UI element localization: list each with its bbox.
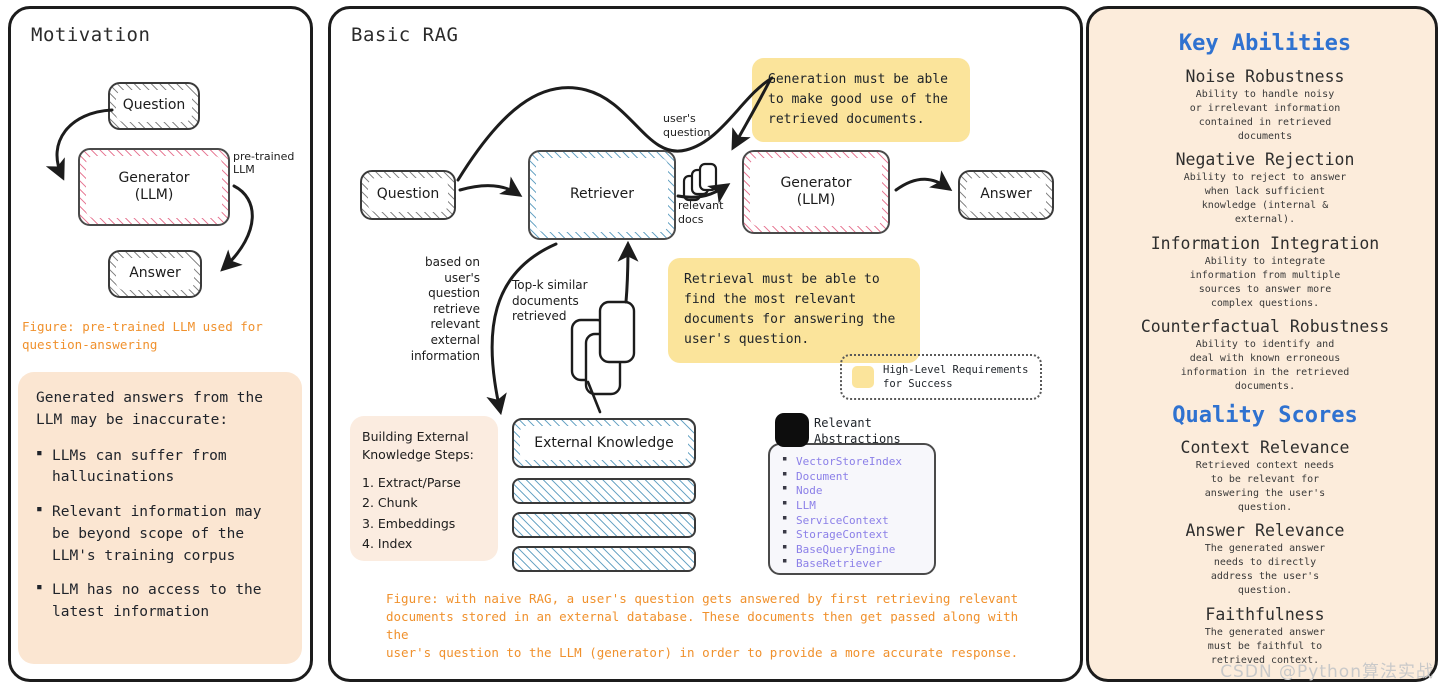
external-knowledge-slab: [512, 512, 696, 538]
score-name: Context Relevance: [1180, 438, 1350, 457]
panel-key-abilities: Key Abilities Noise Robustness Ability t…: [1086, 6, 1438, 682]
score-desc: The generated answer needs to directly a…: [1204, 543, 1326, 596]
list-item: BaseQueryEngine: [782, 542, 922, 558]
node-rag-retriever: Retriever: [528, 150, 676, 240]
callout-retrieval-requirement: Retrieval must be able to find the most …: [668, 258, 920, 363]
callout-generation-requirement: Generation must be able to make good use…: [752, 58, 970, 143]
list-item: LLM has no access to the latest informat…: [36, 579, 284, 624]
legend-swatch-yellow: [852, 366, 874, 388]
card-building-external-knowledge-steps: Building External Knowledge Steps: 1. Ex…: [350, 416, 498, 561]
ability-noise-robustness: Noise Robustness Ability to handle noisy…: [1089, 67, 1441, 144]
steps-card-header: Building External Knowledge Steps:: [362, 429, 474, 463]
legend-label: High-Level Requirements for Success: [883, 363, 1029, 390]
node-label: Answer: [116, 258, 194, 290]
page-title-motivation: Motivation: [31, 24, 151, 46]
edge-label-users-question: user's question: [663, 112, 711, 140]
node-label: Question: [368, 178, 448, 212]
diagram-canvas: Motivation Question Generator (LLM) Answ…: [0, 0, 1444, 690]
list-item: VectorStoreIndex: [782, 454, 922, 470]
node-motivation-answer: Answer: [108, 250, 202, 298]
limitation-list: LLMs can suffer from hallucinations Rele…: [36, 445, 284, 624]
list-item: 1. Extract/Parse: [362, 475, 461, 491]
ability-counterfactual-robustness: Counterfactual Robustness Ability to ide…: [1089, 317, 1441, 394]
heading-key-abilities: Key Abilities: [1178, 31, 1352, 56]
edge-label-relevant-docs: relevant docs: [678, 199, 724, 227]
score-desc: Retrieved context needs to be relevant f…: [1195, 460, 1335, 513]
card-lead-text: Generated answers from the LLM may be in…: [36, 390, 263, 428]
edge-label-topk-similar-documents: Top-k similar documents retrieved: [512, 278, 588, 324]
node-label: Question: [116, 90, 192, 122]
score-name: Answer Relevance: [1185, 521, 1345, 540]
node-external-knowledge: External Knowledge: [512, 418, 696, 468]
node-label: Generator (LLM): [750, 158, 882, 226]
score-name: Faithfulness: [1205, 605, 1325, 624]
node-motivation-question: Question: [108, 82, 200, 130]
list-item: 3. Embeddings: [362, 515, 456, 531]
card-llm-limitations: Generated answers from the LLM may be in…: [18, 372, 302, 664]
node-rag-answer: Answer: [958, 170, 1054, 220]
card-relevant-abstractions: VectorStoreIndex Document Node LLM Servi…: [768, 443, 936, 575]
page-title-basic-rag: Basic RAG: [351, 24, 459, 46]
node-label: Answer: [966, 178, 1046, 212]
ability-desc: Ability to handle noisy or irrelevant in…: [1189, 89, 1341, 142]
list-item: 2. Chunk: [362, 495, 418, 511]
list-item: Relevant information may be beyond scope…: [36, 501, 284, 567]
llamaindex-logo-icon: [775, 413, 809, 447]
heading-quality-scores: Quality Scores: [1172, 403, 1358, 428]
ability-desc: Ability to identify and deal with known …: [1180, 339, 1350, 392]
score-context-relevance: Context Relevance Retrieved context need…: [1089, 438, 1441, 515]
ability-name: Negative Rejection: [1175, 150, 1355, 169]
node-label: External Knowledge: [520, 426, 688, 460]
watermark: CSDN @Python算法实战: [1220, 662, 1434, 682]
ability-name: Information Integration: [1150, 234, 1380, 253]
figure-caption-motivation: Figure: pre-trained LLM used for questio…: [22, 319, 263, 353]
node-motivation-generator: Generator (LLM): [78, 148, 230, 226]
ability-information-integration: Information Integration Ability to integ…: [1089, 234, 1441, 311]
external-knowledge-slab: [512, 546, 696, 572]
ability-name: Counterfactual Robustness: [1140, 317, 1390, 336]
steps-list: 1. Extract/Parse 2. Chunk 3. Embeddings …: [362, 474, 486, 553]
list-item: LLMs can suffer from hallucinations: [36, 445, 284, 490]
node-rag-question: Question: [360, 170, 456, 220]
figure-caption-basic-rag: Figure: with naive RAG, a user's questio…: [386, 591, 1019, 661]
external-knowledge-slab: [512, 478, 696, 504]
list-item: StorageContext: [782, 527, 922, 543]
list-item: BaseRetriever: [782, 556, 922, 572]
ability-desc: Ability to integrate information from mu…: [1189, 256, 1341, 309]
legend-high-level-requirements: High-Level Requirements for Success: [840, 354, 1042, 400]
ability-negative-rejection: Negative Rejection Ability to reject to …: [1089, 150, 1441, 227]
abstraction-list: VectorStoreIndex Document Node LLM Servi…: [782, 454, 922, 572]
list-item: LLM: [782, 498, 922, 514]
ability-desc: Ability to reject to answer when lack su…: [1183, 172, 1347, 225]
edge-label-based-on-users-question: based on user's question retrieve releva…: [410, 255, 480, 363]
list-item: ServiceContext: [782, 513, 922, 529]
node-label: Generator (LLM): [86, 156, 222, 218]
edge-label-pre-trained-llm: pre-trained LLM: [233, 150, 295, 177]
list-item: 4. Index: [362, 535, 413, 551]
node-label: Retriever: [536, 158, 668, 232]
node-rag-generator: Generator (LLM): [742, 150, 890, 234]
list-item: Node: [782, 483, 922, 499]
ability-name: Noise Robustness: [1185, 67, 1345, 86]
score-answer-relevance: Answer Relevance The generated answer ne…: [1089, 521, 1441, 598]
list-item: Document: [782, 469, 922, 485]
